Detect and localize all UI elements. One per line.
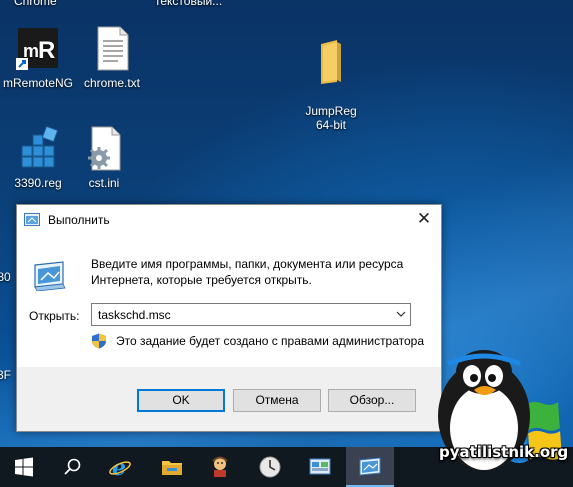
- taskbar-internet-explorer[interactable]: e: [96, 447, 144, 487]
- mremoteng-icon: m R: [16, 28, 58, 70]
- taskbar-control-panel[interactable]: [296, 447, 344, 487]
- dialog-button-row: OK Отмена Обзор...: [17, 367, 441, 431]
- penguin-logo-icon: [438, 350, 562, 471]
- run-icon: [359, 457, 381, 476]
- chevron-down-icon[interactable]: [392, 304, 410, 325]
- uac-shield-icon: [92, 333, 106, 349]
- run-icon: [24, 213, 40, 226]
- desktop-icon-label: mRemoteNG: [2, 76, 73, 90]
- close-button[interactable]: ✕: [407, 205, 441, 234]
- desktop-icon-label: 3390.reg: [14, 176, 62, 190]
- open-combobox[interactable]: taskschd.msc: [91, 303, 411, 326]
- watermark: pyatilistnik.org: [426, 338, 573, 487]
- desktop-icon-chrome-txt[interactable]: chrome.txt: [72, 24, 152, 90]
- watermark-text: pyatilistnik.org: [439, 443, 569, 461]
- folder-icon: [321, 40, 341, 84]
- ok-button[interactable]: OK: [137, 389, 225, 412]
- search-button[interactable]: [48, 447, 96, 487]
- desktop-icon-jumpreg[interactable]: JumpReg 64-bit: [291, 24, 371, 132]
- desktop-icon-cst-ini[interactable]: cst.ini: [64, 124, 144, 190]
- control-panel-icon: [309, 458, 331, 475]
- search-icon: [64, 458, 81, 475]
- internet-explorer-icon: e: [109, 455, 131, 479]
- open-input[interactable]: taskschd.msc: [98, 308, 171, 322]
- open-label: Открыть:: [29, 309, 80, 323]
- file-explorer-icon: [162, 461, 182, 475]
- start-button[interactable]: [0, 447, 48, 487]
- ini-file-icon: [88, 126, 121, 171]
- taskbar-clock-app[interactable]: [246, 447, 294, 487]
- start-icon: [15, 457, 33, 477]
- dialog-description: Введите имя программы, папки, документа …: [91, 257, 404, 287]
- browse-button[interactable]: Обзор...: [328, 389, 416, 412]
- admin-notice-text: Это задание будет создано с правами адми…: [116, 334, 425, 348]
- dialog-title: Выполнить: [48, 213, 110, 227]
- desktop-icon-label: 3F: [0, 368, 11, 382]
- close-icon: ✕: [416, 209, 432, 228]
- run-program-icon: [34, 261, 66, 291]
- desktop-label-top-2: текстовый...: [155, 0, 223, 8]
- title-bar[interactable]: Выполнить ✕: [17, 205, 441, 235]
- desktop-icon-mremoteng[interactable]: m R mRemoteNG: [0, 24, 78, 90]
- desktop-icon-label: JumpReg 64-bit: [305, 104, 357, 132]
- cancel-button[interactable]: Отмена: [233, 389, 321, 412]
- registry-file-icon: [21, 125, 59, 168]
- desktop-icon-label: cst.ini: [88, 176, 120, 190]
- svg-text:R: R: [38, 37, 55, 64]
- taskbar-run[interactable]: [346, 447, 394, 487]
- run-dialog[interactable]: Выполнить ✕ Введите имя программы, папки…: [16, 204, 442, 432]
- taskbar-app[interactable]: [196, 447, 244, 487]
- desktop-icon-label: 80: [0, 270, 11, 284]
- desktop-icon-label: chrome.txt: [83, 76, 140, 90]
- app-icon: [212, 456, 228, 477]
- text-file-icon: [97, 26, 129, 71]
- taskbar-file-explorer[interactable]: [148, 447, 196, 487]
- desktop-label-top-1: Chrome: [14, 0, 57, 8]
- clock-app-icon: [259, 456, 281, 478]
